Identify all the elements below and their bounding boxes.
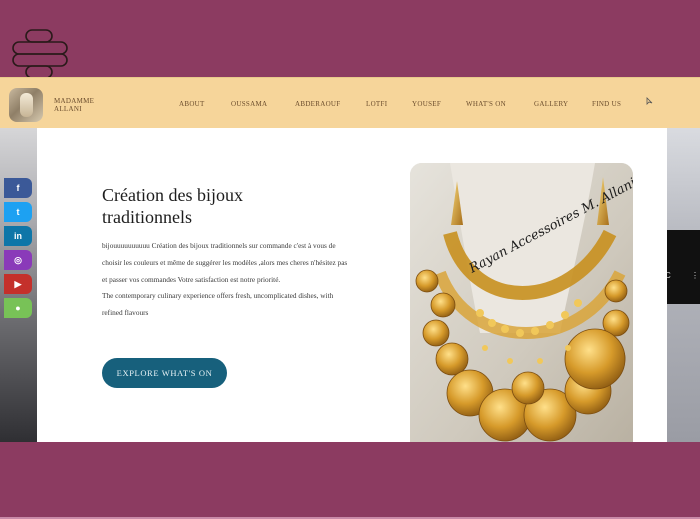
hero-paragraph-2: The contemporary culinary experience off…	[102, 291, 334, 318]
nav-item-abderaouf[interactable]: ABDERAOUF	[295, 100, 340, 108]
twitter-icon[interactable]: t	[4, 202, 32, 222]
page-title: Création des bijoux traditionnels	[102, 185, 243, 227]
main-nav: ABOUT OUSSAMA ABDERAOUF LOTFI YOUSEF WHA…	[0, 97, 700, 112]
nav-item-about[interactable]: ABOUT	[179, 100, 205, 108]
android-icon[interactable]: ●	[4, 298, 32, 318]
right-video-panel: C ⋮	[665, 230, 700, 304]
hero-description: bijouuuuuuuuuu Création des bijoux tradi…	[102, 238, 354, 322]
nav-item-find-us[interactable]: FIND US	[592, 100, 621, 108]
social-sidebar: f t in ◎ ▶ ●	[4, 178, 32, 322]
cursor-icon	[646, 97, 653, 105]
facebook-icon[interactable]: f	[4, 178, 32, 198]
nav-item-lotfi[interactable]: LOTFI	[366, 100, 387, 108]
site-header: MADAMME ALLANI ABOUT OUSSAMA ABDERAOUF L…	[0, 77, 700, 129]
youtube-icon[interactable]: ▶	[4, 274, 32, 294]
menu-icon[interactable]	[12, 28, 68, 80]
necklace-photo: Rayan Accessoires M. Allani	[410, 163, 633, 442]
linkedin-icon[interactable]: in	[4, 226, 32, 246]
nav-item-yousef[interactable]: YOUSEF	[412, 100, 441, 108]
nav-item-gallery[interactable]: GALLERY	[534, 100, 568, 108]
hero-paragraph-1: bijouuuuuuuuuu Création des bijoux tradi…	[102, 241, 348, 284]
more-options-icon[interactable]: ⋮	[691, 271, 699, 280]
instagram-icon[interactable]: ◎	[4, 250, 32, 270]
hero-section: Création des bijoux traditionnels bijouu…	[37, 128, 667, 442]
nav-item-oussama[interactable]: OUSSAMA	[231, 100, 267, 108]
nav-item-whats-on[interactable]: WHAT'S ON	[466, 100, 506, 108]
explore-whats-on-button[interactable]: EXPLORE WHAT'S ON	[102, 358, 227, 388]
